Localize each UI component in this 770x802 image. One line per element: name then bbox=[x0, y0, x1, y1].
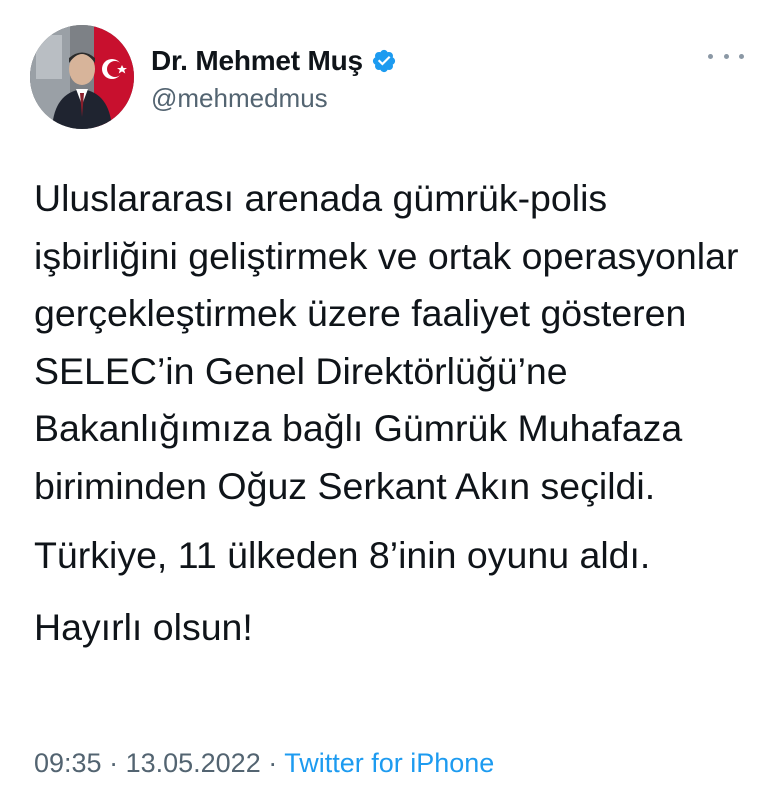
more-options-icon[interactable] bbox=[708, 46, 744, 66]
tweet-time[interactable]: 09:35 bbox=[34, 748, 102, 778]
avatar[interactable] bbox=[30, 25, 134, 129]
meta-separator: · bbox=[101, 748, 126, 778]
dot-icon bbox=[708, 53, 713, 59]
profile-photo-icon bbox=[30, 25, 134, 129]
tweet-date[interactable]: 13.05.2022 bbox=[126, 748, 261, 778]
author-handle[interactable]: @mehmedmus bbox=[151, 83, 328, 114]
tweet-source-link[interactable]: Twitter for iPhone bbox=[284, 748, 494, 778]
tweet-text: Uluslararası arenada gümrük-polis işbirl… bbox=[34, 170, 754, 670]
dot-icon bbox=[723, 53, 729, 59]
verified-badge-icon bbox=[371, 48, 397, 74]
tweet-paragraph: Hayırlı olsun! bbox=[34, 605, 253, 648]
author-name-row: Dr. Mehmet Muş bbox=[151, 45, 397, 77]
dot-icon bbox=[739, 53, 744, 59]
tweet-paragraph: Uluslararası arenada gümrük-polis işbirl… bbox=[34, 177, 739, 507]
tweet-paragraph: Türkiye, 11 ülkeden 8’inin oyunu aldı. bbox=[34, 534, 651, 576]
tweet-card: Dr. Mehmet Muş @mehmedmus Uluslararası a… bbox=[0, 0, 770, 802]
meta-separator: · bbox=[260, 748, 285, 778]
author-display-name[interactable]: Dr. Mehmet Muş bbox=[151, 45, 363, 77]
tweet-meta: 09:35 · 13.05.2022 · Twitter for iPhone bbox=[34, 748, 494, 779]
